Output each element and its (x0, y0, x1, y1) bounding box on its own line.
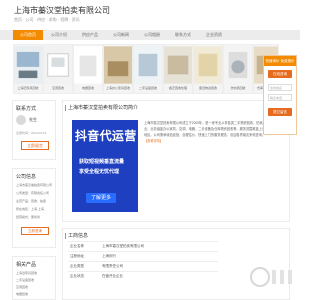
main-nav: 公司首页 公司介绍 供应产品 公司新闻 公司相册 联系方式 企业资质 (0, 30, 300, 40)
gallery-caption: 洗衣机回收 (230, 86, 246, 90)
gallery-caption: 二手设备回收 (138, 86, 157, 90)
submit-message-button[interactable]: 提交留言 (268, 108, 292, 116)
leave-message-button[interactable]: 立即留言 (21, 141, 49, 150)
consult-button[interactable]: 立即咨询 (21, 227, 49, 235)
view-details-link[interactable]: 【查看详情】 (144, 139, 163, 143)
gallery-item[interactable]: 上海办公家具回收 (103, 44, 133, 94)
gallery-caption: 搬迁回收处理 (168, 86, 187, 90)
contact-name: 先生 (29, 117, 37, 122)
gallery-item[interactable]: 废旧物资回收 (193, 44, 223, 94)
washing-machine-image (224, 46, 252, 84)
gallery-item[interactable]: 搬迁回收处理 (163, 44, 193, 94)
row-label: 注册地址 (70, 254, 84, 258)
ad-learn-more-button[interactable]: 了解更多 (86, 193, 116, 203)
info-line: 上海市蓁汉堂拍卖有限公司 (16, 183, 53, 187)
info-line: 公司类型：有限责任公司 (16, 191, 50, 195)
product-link[interactable]: 电器回收 (16, 292, 28, 296)
office-room-image (14, 46, 42, 84)
gallery-caption: 上海旧家具回收 (17, 86, 39, 90)
gallery-item[interactable]: 二手设备回收 (133, 44, 163, 94)
company-title[interactable]: 上海市蓁汉堂拍卖有限公司 (14, 5, 110, 16)
gallery-caption: 废旧物资回收 (198, 86, 217, 90)
gallery-caption: 电器回收 (81, 86, 94, 90)
row-value: 上海闵行 (102, 254, 116, 258)
office-furniture-image (104, 46, 132, 84)
nav-item-qualification[interactable]: 企业资质 (199, 30, 229, 40)
watermark-logo-icon (250, 267, 292, 287)
ad-line: 享受全程无忧代理 (79, 169, 120, 175)
avatar (16, 115, 26, 125)
ad-line: 获取短视频垂直流量 (79, 159, 125, 165)
info-line: 主营产品：回收、拍卖 (16, 199, 47, 203)
company-info-card: 公司信息 上海市蓁汉堂拍卖有限公司 公司类型：有限责任公司 主营产品：回收、拍卖… (12, 168, 56, 248)
nav-item-home[interactable]: 公司首页 (13, 30, 43, 40)
name-field[interactable]: 您的姓名 (268, 84, 292, 91)
row-value: 在营开业企业 (102, 274, 123, 278)
product-gallery: 上海旧家具回收 空调回收 电器回收 上海办公家具回收 二手设备回收 搬迁回收处理… (13, 44, 279, 94)
section-accent-bar (65, 105, 66, 111)
row-label: 企业类型 (70, 264, 84, 268)
gallery-caption: 上海办公家具回收 (105, 86, 130, 90)
description-text: 上海市蓁汉堂拍卖有限公司成立于2009年，是一家专业从事各类二手物资回收、拍卖及… (144, 121, 282, 137)
contact-title: 联系方式 (16, 106, 37, 112)
ac-unit-image (44, 46, 72, 84)
product-link[interactable]: 二手设备回收 (16, 278, 34, 282)
company-info-title: 公司信息 (16, 174, 37, 180)
consult-header: 快速询价 免费报价 (264, 56, 296, 66)
gallery-item[interactable]: 电器回收 (73, 44, 103, 94)
gallery-item[interactable]: 洗衣机回收 (223, 44, 253, 94)
floating-consult-widget: 快速询价 免费报价 在线咨询 您的姓名 联系电话 提交留言 (263, 55, 297, 135)
breadcrumb[interactable]: 首页 · 公司 · 供应 · 求购 · 招聘 · 资讯 (14, 17, 80, 23)
gallery-item[interactable]: 上海旧家具回收 (13, 44, 43, 94)
gallery-caption: 空调回收 (51, 86, 64, 90)
nav-item-album[interactable]: 公司相册 (137, 30, 167, 40)
nav-item-about[interactable]: 公司介绍 (44, 30, 74, 40)
business-info-title: 工商信息 (68, 233, 89, 239)
row-label: 企业状态 (70, 274, 84, 278)
table-row: 企业状态 在营开业企业 (68, 271, 218, 281)
equipment-image (134, 46, 162, 84)
products-title: 相关产品 (16, 262, 37, 268)
page-header: 上海市蓁汉堂拍卖有限公司 首页 · 公司 · 供应 · 求购 · 招聘 · 资讯 (0, 0, 300, 30)
section-accent-bar (65, 233, 66, 239)
nav-item-products[interactable]: 供应产品 (75, 30, 105, 40)
info-line: 所在地区：上海 上海 (16, 207, 44, 211)
info-line: 经营模式：服务商 (16, 215, 41, 219)
douyin-ad-banner[interactable]: 抖音代运营 获取短视频垂直流量 享受全程无忧代理 了解更多 (72, 120, 138, 212)
moving-image (164, 46, 192, 84)
product-link[interactable]: 上海旧家具回收 (16, 271, 37, 275)
online-consult-button[interactable]: 在线咨询 (268, 70, 292, 78)
row-value: 有限责任公司 (102, 264, 123, 268)
recycling-image (194, 46, 222, 84)
table-row: 注册地址 上海闵行 (68, 251, 218, 261)
ad-title: 抖音代运营 (75, 129, 137, 143)
appliance-image (74, 46, 102, 84)
gallery-item[interactable]: 空调回收 (43, 44, 73, 94)
related-products-card: 相关产品 上海旧家具回收 二手设备回收 空调回收 电器回收 (12, 256, 56, 300)
row-value: 上海市蓁汉堂拍卖有限公司 (102, 244, 144, 248)
nav-item-news[interactable]: 公司新闻 (106, 30, 136, 40)
register-time: 注册时间：2024-03-15 (16, 131, 47, 135)
phone-field[interactable]: 联系电话 (268, 94, 292, 101)
row-label: 企业名称 (70, 244, 84, 248)
company-intro-title: 上海市蓁汉堂拍卖有限公司简介 (68, 105, 139, 111)
nav-item-contact[interactable]: 联系方式 (168, 30, 198, 40)
table-row: 企业类型 有限责任公司 (68, 261, 218, 271)
table-row: 企业名称 上海市蓁汉堂拍卖有限公司 (68, 241, 218, 251)
contact-card: 联系方式 先生 注册时间：2024-03-15 立即留言 (12, 100, 56, 160)
product-link[interactable]: 空调回收 (16, 285, 28, 289)
